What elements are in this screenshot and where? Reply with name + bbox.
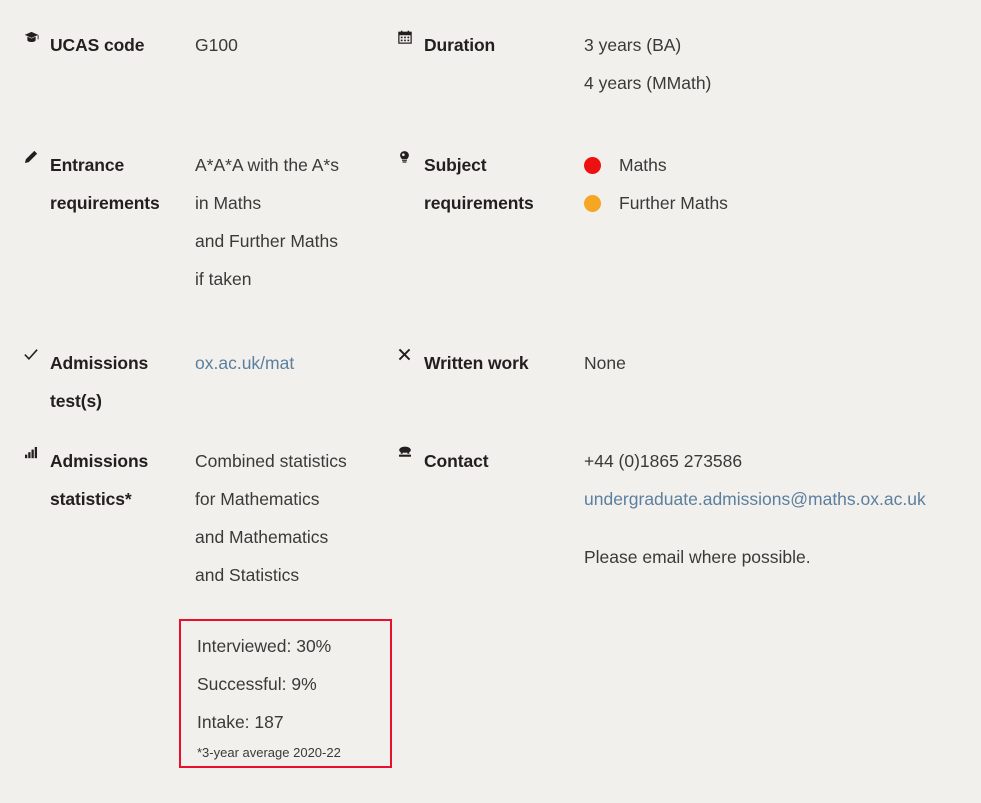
bar-chart-icon: [24, 442, 50, 459]
course-facts-panel: UCAS code G100 Duration 3 years (BA) 4 y…: [0, 0, 981, 803]
field-entrance-requirements: Entrance requirements A*A*A with the A*s…: [0, 146, 390, 298]
stat-intake: Intake: 187: [197, 712, 284, 732]
value-line: and Further Maths: [195, 231, 338, 251]
value-line: in Maths: [195, 193, 262, 213]
contact-email-link[interactable]: undergraduate.admissions@maths.ox.ac.uk: [584, 489, 926, 509]
stat-interviewed: Interviewed: 30%: [197, 636, 332, 656]
admissions-statistics-highlight-box: Interviewed: 30% Successful: 9% Intake: …: [179, 619, 392, 768]
field-value: 3 years (BA) 4 years (MMath): [584, 26, 981, 102]
field-duration: Duration 3 years (BA) 4 years (MMath): [390, 26, 981, 102]
value-line: G100: [195, 35, 238, 55]
contact-phone: +44 (0)1865 273586: [584, 451, 743, 471]
pencil-icon: [24, 146, 50, 164]
value-line: Combined statistics: [195, 451, 347, 471]
field-label: Contact: [424, 451, 489, 471]
field-label: Written work: [424, 353, 529, 373]
subject-label: Further Maths: [619, 193, 728, 213]
field-label: Duration: [424, 35, 496, 55]
field-label-line2: statistics*: [50, 489, 132, 509]
field-value: +44 (0)1865 273586 undergraduate.admissi…: [584, 442, 981, 576]
field-label-line1: Subject: [424, 155, 487, 175]
graduation-cap-icon: [24, 26, 50, 45]
field-value: Combined statistics for Mathematics and …: [195, 442, 390, 594]
field-contact: Contact +44 (0)1865 273586 undergraduate…: [390, 442, 981, 594]
list-item: Further Maths: [584, 184, 981, 222]
table-row: Entrance requirements A*A*A with the A*s…: [0, 146, 981, 298]
value-line: if taken: [195, 269, 252, 289]
lightbulb-icon: [398, 146, 424, 164]
value-line: 3 years (BA): [584, 35, 682, 55]
value-line: for Mathematics: [195, 489, 320, 509]
table-row: Admissions statistics* Combined statisti…: [0, 442, 981, 594]
value-line: and Mathematics: [195, 527, 329, 547]
field-label-line1: Admissions: [50, 451, 149, 471]
field-value: Maths Further Maths: [584, 146, 981, 222]
table-row: Admissions test(s) ox.ac.uk/mat Written …: [0, 344, 981, 420]
field-ucas-code: UCAS code G100: [0, 26, 390, 102]
value-line: 4 years (MMath): [584, 73, 712, 93]
field-label-line2: requirements: [424, 193, 534, 213]
value-line: None: [584, 353, 626, 373]
stats-footnote: *3-year average 2020-22: [197, 745, 341, 760]
field-label-line1: Entrance: [50, 155, 125, 175]
field-label-line2: requirements: [50, 193, 160, 213]
field-label: UCAS code: [50, 35, 145, 55]
field-label-line1: Admissions: [50, 353, 149, 373]
telephone-icon: [398, 442, 424, 458]
field-value: None: [584, 344, 981, 382]
field-admissions-test: Admissions test(s) ox.ac.uk/mat: [0, 344, 390, 420]
table-row: UCAS code G100 Duration 3 years (BA) 4 y…: [0, 26, 981, 102]
subject-dot-further-maths: [584, 194, 601, 212]
value-line: and Statistics: [195, 565, 300, 585]
subject-label: Maths: [619, 155, 667, 175]
field-label: Admissions test(s): [50, 344, 195, 420]
admissions-test-link[interactable]: ox.ac.uk/mat: [195, 353, 294, 373]
calendar-icon: [398, 26, 424, 44]
stat-successful: Successful: 9%: [197, 674, 317, 694]
field-admissions-statistics: Admissions statistics* Combined statisti…: [0, 442, 390, 594]
field-label: Subject requirements: [424, 146, 584, 222]
field-written-work: Written work None: [390, 344, 981, 420]
field-value: G100: [195, 26, 390, 64]
field-subject-requirements: Subject requirements Maths Further Maths: [390, 146, 981, 298]
check-icon: [24, 344, 50, 362]
field-value: ox.ac.uk/mat: [195, 344, 390, 382]
list-item: Maths: [584, 146, 981, 184]
field-value: A*A*A with the A*s in Maths and Further …: [195, 146, 390, 298]
field-label-line2: test(s): [50, 391, 102, 411]
field-label: Entrance requirements: [50, 146, 195, 222]
field-label: Admissions statistics*: [50, 442, 195, 518]
subject-dot-maths: [584, 156, 601, 174]
cross-icon: [398, 344, 424, 361]
contact-note: Please email where possible.: [584, 547, 811, 567]
value-line: A*A*A with the A*s: [195, 155, 339, 175]
